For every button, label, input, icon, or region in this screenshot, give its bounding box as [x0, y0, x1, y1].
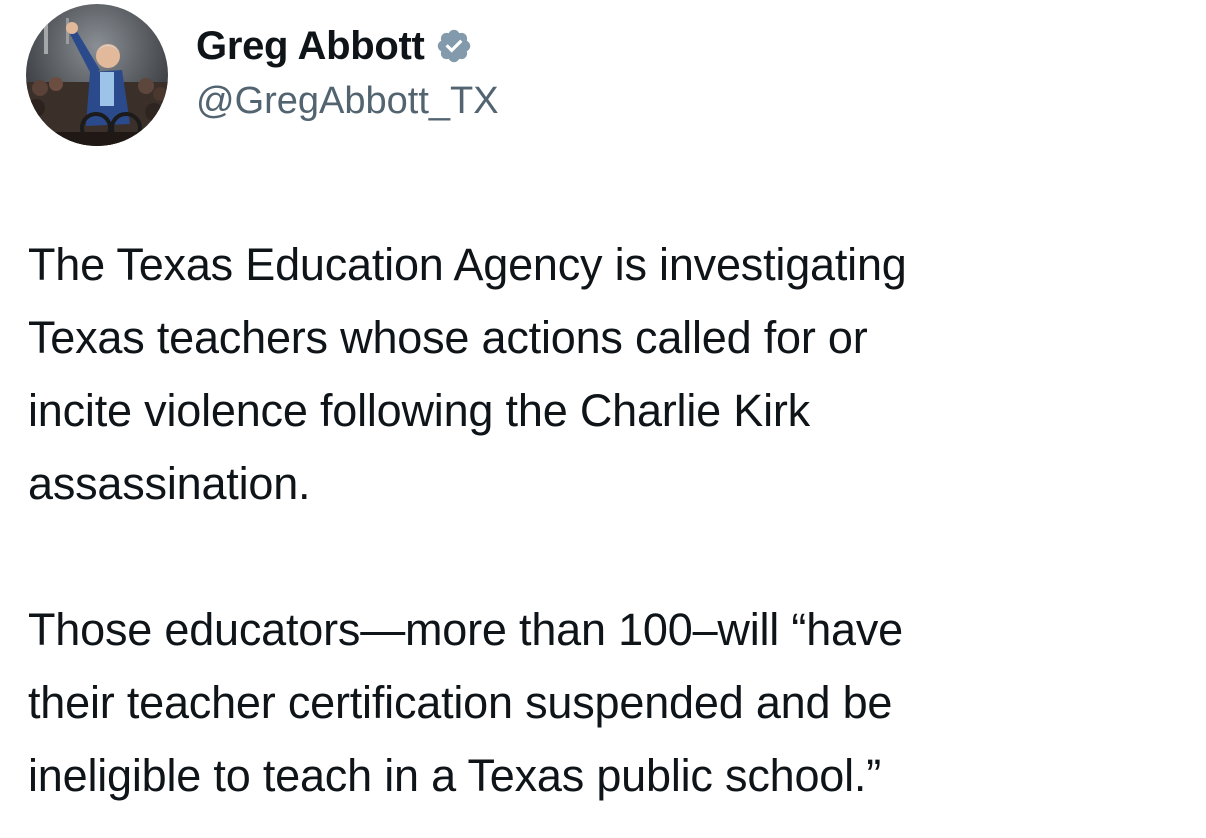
- avatar-photo: [26, 4, 168, 146]
- verified-badge-icon[interactable]: [435, 27, 473, 65]
- tweet-text-line: The Texas Education Agency is investigat…: [28, 239, 907, 290]
- tweet-text-line: Those educators—more than 100–will “have: [28, 604, 903, 655]
- author-display-name[interactable]: Greg Abbott: [196, 24, 425, 69]
- avatar[interactable]: [26, 4, 168, 146]
- tweet-text-line: incite violence following the Charlie Ki…: [28, 385, 810, 436]
- tweet-paragraph: Those educators—more than 100–will “have…: [28, 593, 1178, 812]
- tweet-text: The Texas Education Agency is investigat…: [28, 228, 1178, 812]
- tweet-text-line: their teacher certification suspended an…: [28, 677, 893, 728]
- tweet-paragraph: The Texas Education Agency is investigat…: [28, 228, 1178, 520]
- tweet-text-line: ineligible to teach in a Texas public sc…: [28, 750, 881, 801]
- tweet-text-line: Texas teachers whose actions called for …: [28, 312, 868, 363]
- author-handle[interactable]: @GregAbbott_TX: [196, 80, 499, 123]
- author-name-row: Greg Abbott: [196, 20, 473, 72]
- tweet-card[interactable]: Greg Abbott @GregAbbott_TX The Texas Edu…: [0, 0, 1206, 838]
- tweet-text-line: assassination.: [28, 458, 311, 509]
